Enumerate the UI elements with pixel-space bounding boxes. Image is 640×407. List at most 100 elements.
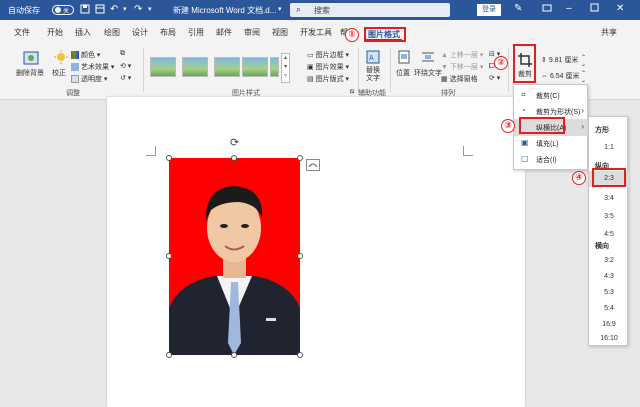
- tab-design[interactable]: 设计: [132, 27, 148, 38]
- position-button[interactable]: 位置: [396, 68, 410, 78]
- undo-icon[interactable]: ↶: [110, 4, 118, 16]
- undo-dropdown-icon[interactable]: ▾: [123, 4, 127, 16]
- art-effect-button[interactable]: 艺术效果 ▾: [71, 62, 114, 72]
- remove-background-button[interactable]: 删除背景: [16, 68, 44, 78]
- tab-mailings[interactable]: 邮件: [216, 27, 232, 38]
- picture-style-1[interactable]: [150, 57, 176, 77]
- height-spinner[interactable]: ⌃ ⌄: [581, 54, 586, 68]
- autosave-state: 关: [63, 9, 70, 15]
- restore-icon[interactable]: [542, 3, 552, 16]
- selection-pane-button[interactable]: ▦ 选择窗格: [441, 74, 478, 84]
- correct-button[interactable]: 校正: [52, 68, 66, 78]
- ribbon-tabs: 文件 开始 插入 绘图 设计 布局 引用 邮件 审阅 视图 开发工具 帮 图片格…: [0, 20, 640, 43]
- tab-file[interactable]: 文件: [14, 27, 30, 38]
- login-button[interactable]: 登录: [477, 4, 501, 16]
- height-field[interactable]: ⇕ 9.81 厘米: [541, 55, 578, 65]
- change-picture-icon[interactable]: ⟲ ▾: [120, 62, 131, 70]
- highlight-picture-format-tab: [364, 27, 406, 42]
- picture-style-2[interactable]: [182, 57, 208, 77]
- maximize-icon[interactable]: [590, 3, 599, 15]
- picture-effect-label: 图片效果: [315, 64, 344, 71]
- ratio-16-10[interactable]: 16:10: [589, 331, 629, 347]
- menu-item-label: 适合(I): [536, 157, 557, 164]
- transparency-button[interactable]: 透明度 ▾: [71, 74, 107, 84]
- picture-border-button[interactable]: ▭ 图片边框 ▾: [307, 50, 349, 60]
- styles-launcher-icon[interactable]: ⧅: [350, 88, 354, 96]
- step-badge-4: ④: [572, 171, 586, 185]
- reset-picture-icon[interactable]: ↺ ▾: [120, 74, 131, 82]
- ratio-4-3[interactable]: 4:3: [589, 269, 629, 285]
- rotate-menu-icon[interactable]: ⟳ ▾: [489, 74, 500, 82]
- ratio-1-1[interactable]: 1:1: [589, 140, 629, 156]
- aspect-ratio-submenu: 方形 1:1 纵向 2:3 3:4 3:5 4:5 横向 3:2 4:3 5:3…: [588, 116, 629, 347]
- customize-icon[interactable]: ▾: [148, 4, 152, 16]
- ratio-3-5[interactable]: 3:5: [589, 209, 629, 225]
- resize-handle[interactable]: [166, 155, 172, 161]
- position-icon[interactable]: [398, 50, 410, 66]
- picture-style-5[interactable]: [270, 57, 279, 77]
- tab-layout[interactable]: 布局: [160, 27, 176, 38]
- rotate-handle-icon[interactable]: ⟳: [230, 136, 239, 149]
- bring-forward-button[interactable]: ▲ 上移一层 ▾: [441, 50, 483, 60]
- ribbon-separator: [508, 48, 509, 92]
- save-icon[interactable]: [80, 4, 90, 18]
- highlight-crop-button: [513, 44, 536, 83]
- resize-handle[interactable]: [166, 352, 172, 358]
- tab-references[interactable]: 引用: [188, 27, 204, 38]
- tab-review[interactable]: 审阅: [244, 27, 260, 38]
- width-field[interactable]: ⇔ 6.54 厘米: [541, 71, 580, 81]
- resize-handle[interactable]: [231, 352, 237, 358]
- picture-layout-label: 图片版式: [315, 76, 344, 83]
- redo-icon[interactable]: ↷: [134, 4, 142, 16]
- tab-view[interactable]: 视图: [272, 27, 288, 38]
- width-spinner[interactable]: ⌃ ⌄: [581, 70, 586, 84]
- wrap-text-button[interactable]: 环绕文字: [414, 68, 442, 78]
- send-backward-button[interactable]: ▼ 下移一层 ▾: [441, 62, 483, 72]
- gallery-scroll[interactable]: ▴ ▾ ▿: [281, 53, 290, 83]
- autosave-toggle[interactable]: 关: [52, 5, 74, 15]
- menu-item-fill[interactable]: ▣ 填充(L): [514, 135, 589, 152]
- tab-developer[interactable]: 开发工具: [300, 27, 332, 38]
- search-box[interactable]: ⌕ 搜索: [290, 3, 450, 17]
- layout-options-button[interactable]: [306, 159, 320, 171]
- wrap-text-icon[interactable]: [421, 50, 435, 66]
- menu-item-crop[interactable]: ⌗ 裁剪(C): [514, 87, 589, 104]
- height-value: 9.81 厘米: [548, 57, 579, 64]
- color-button[interactable]: 颜色 ▾: [71, 50, 100, 60]
- tab-insert[interactable]: 插入: [75, 27, 91, 38]
- square-header: 方形: [595, 127, 609, 134]
- alt-text-button[interactable]: 替换文字: [365, 67, 381, 83]
- remove-background-icon[interactable]: [23, 51, 39, 67]
- chevron-right-icon: ›: [581, 106, 584, 115]
- resize-handle[interactable]: [166, 253, 172, 259]
- transparency-icon: [71, 75, 79, 84]
- compress-icon[interactable]: ⧉: [120, 50, 125, 58]
- menu-item-fit[interactable]: ▢ 适合(I): [514, 151, 589, 168]
- ratio-3-4[interactable]: 3:4: [589, 191, 629, 207]
- picture-effect-button[interactable]: ▣ 图片效果 ▾: [307, 62, 349, 72]
- selection-pane-icon: ▦: [441, 76, 448, 83]
- resize-handle[interactable]: [297, 155, 303, 161]
- close-icon[interactable]: ✕: [616, 3, 624, 14]
- picture-layout-button[interactable]: ▤ 图片版式 ▾: [307, 74, 349, 84]
- minimize-icon[interactable]: –: [566, 3, 572, 14]
- alt-text-icon[interactable]: A: [366, 50, 380, 66]
- picture-style-3[interactable]: [214, 57, 240, 77]
- resize-handle[interactable]: [231, 155, 237, 161]
- pen-icon[interactable]: ✎: [514, 3, 522, 14]
- ratio-3-2[interactable]: 3:2: [589, 253, 629, 269]
- transparency-label: 透明度: [80, 76, 102, 83]
- tab-home[interactable]: 开始: [47, 27, 63, 38]
- correct-icon[interactable]: [54, 50, 68, 66]
- resize-handle[interactable]: [297, 352, 303, 358]
- title-dropdown-icon[interactable]: ▾: [278, 4, 282, 16]
- ratio-5-4[interactable]: 5:4: [589, 301, 629, 317]
- ratio-5-3[interactable]: 5:3: [589, 285, 629, 301]
- picture-style-4[interactable]: [242, 57, 268, 77]
- share-button[interactable]: 共享: [601, 27, 617, 38]
- ribbon-separator: [358, 48, 359, 92]
- id-photo[interactable]: [169, 158, 300, 355]
- resize-handle[interactable]: [297, 253, 303, 259]
- layout-icon[interactable]: [95, 4, 105, 18]
- tab-draw[interactable]: 绘图: [104, 27, 120, 38]
